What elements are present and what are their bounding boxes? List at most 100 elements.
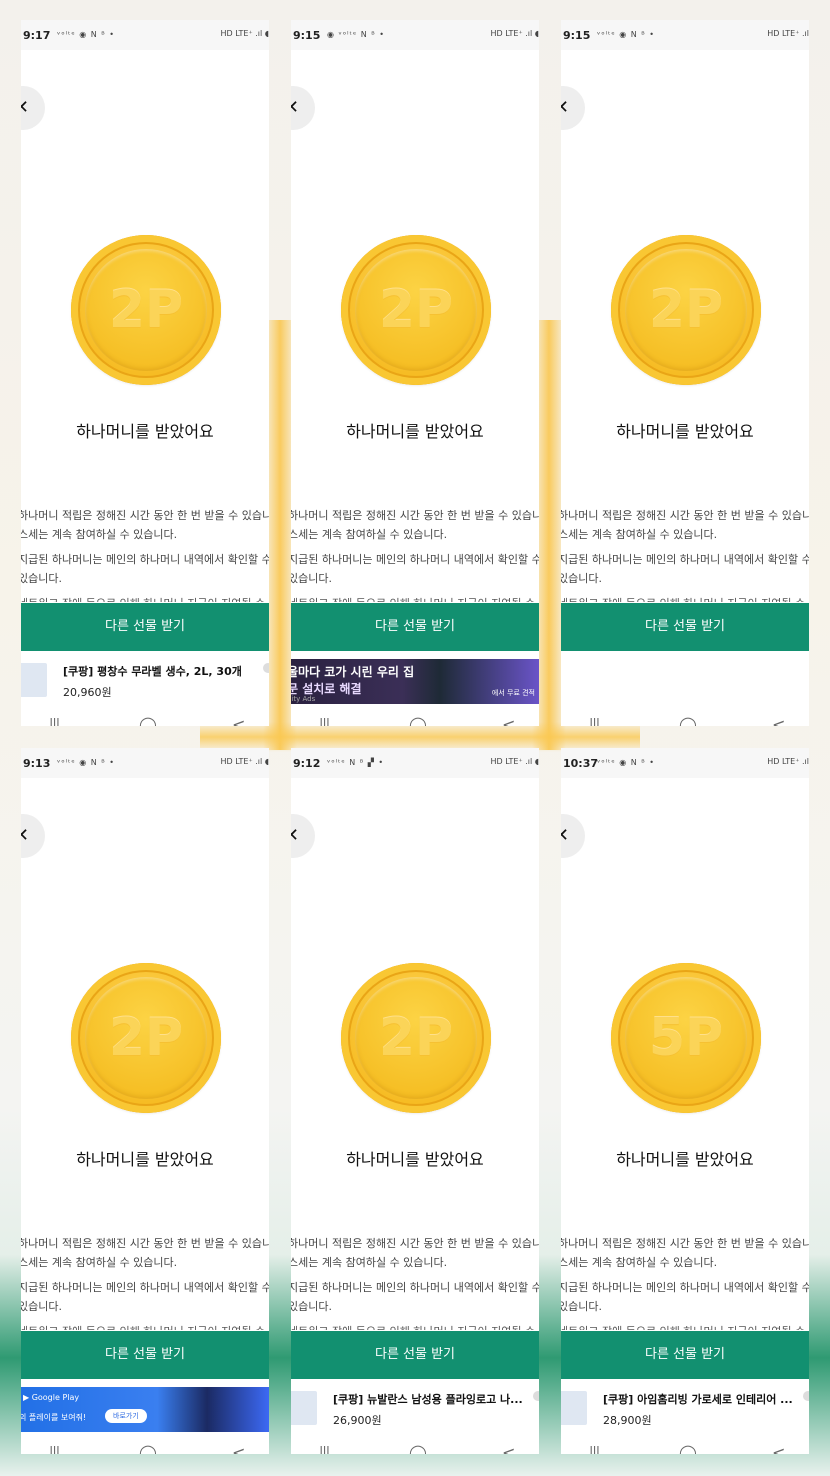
get-other-gift-button[interactable]: 다른 선물 받기: [21, 603, 269, 651]
status-bar: 10:37 ᵛᵒˡᵗᵉ ◉ N ᴮ • HD LTE⁺ .ıl: [561, 748, 809, 778]
recent-apps-icon[interactable]: |||: [319, 717, 330, 726]
phone-screen: 9:15 ᵛᵒˡᵗᵉ ◉ N ᴮ • HD LTE⁺ .ıl ✕ 2P 하나머니를 받았어…: [561, 20, 809, 726]
status-time: 10:37: [563, 757, 599, 770]
notice-line: 있습니다.: [21, 572, 62, 585]
product-name: [쿠팡] 아임홈리빙 가로세로 인테리어 ...: [603, 1393, 793, 1406]
get-other-gift-button[interactable]: 다른 선물 받기: [561, 603, 809, 651]
notice-line: 지급된 하나머니는 메인의 하나머니 내역에서 확인할 수: [561, 1281, 809, 1294]
ad-area[interactable]: [561, 651, 809, 709]
status-notification-icons: ᵛᵒˡᵗᵉ ◉ N ᴮ •: [57, 758, 115, 767]
notice-line: 스세는 계속 참여하실 수 있습니다.: [561, 1256, 718, 1269]
ad-banner[interactable]: ▶ Google Play 의 플레이를 보여줘! 바로가기: [21, 1387, 269, 1432]
status-notification-icons: ᵛᵒˡᵗᵉ N ᴮ ▞ •: [327, 758, 385, 767]
phone-screen: 9:15 ◉ ᵛᵒˡᵗᵉ N ᴮ • HD LTE⁺ .ıl ◖ ✕ 2P 하나머니를 받…: [291, 20, 539, 726]
close-icon[interactable]: ✕: [21, 86, 45, 130]
notice-line: 지급된 하나머니는 메인의 하나머니 내역에서 확인할 수: [291, 553, 539, 566]
home-icon[interactable]: ◯: [139, 1443, 157, 1454]
recent-apps-icon[interactable]: |||: [49, 717, 60, 726]
ad-area[interactable]: [쿠팡] 아임홈리빙 가로세로 인테리어 ... 28,900원: [561, 1379, 809, 1437]
back-icon[interactable]: <: [502, 1443, 515, 1454]
recent-apps-icon[interactable]: |||: [589, 717, 600, 726]
phone-screen: 10:37 ᵛᵒˡᵗᵉ ◉ N ᴮ • HD LTE⁺ .ıl ✕ 5P 하나머니를 받았…: [561, 748, 809, 1454]
notice-line: 네트워크 장애 등으로 인해 하나머니 지급이 지연될 수: [21, 1322, 269, 1330]
recent-apps-icon[interactable]: |||: [319, 1445, 330, 1454]
notice-text: 하나머니 적립은 정해진 시간 동안 한 번 받을 수 있습니 스세는 계속 참여…: [21, 1234, 269, 1330]
ad-area[interactable]: 울마다 코가 시린 우리 집문 설치로 해결nity Ads에서 무료 견적: [291, 651, 539, 709]
ad-area[interactable]: [쿠팡] 평창수 무라벨 생수, 2L, 30개 20,960원: [21, 651, 269, 709]
back-icon[interactable]: <: [772, 1443, 785, 1454]
status-time: 9:15: [563, 29, 591, 42]
system-nav-bar: ||| ◯ <: [21, 709, 269, 726]
system-nav-bar: ||| ◯ <: [561, 709, 809, 726]
get-other-gift-button[interactable]: 다른 선물 받기: [291, 603, 539, 651]
system-nav-bar: ||| ◯ <: [21, 1437, 269, 1454]
home-icon[interactable]: ◯: [679, 1443, 697, 1454]
status-notification-icons: ◉ ᵛᵒˡᵗᵉ N ᴮ •: [327, 30, 385, 39]
ad-area[interactable]: [쿠팡] 뉴발란스 남성용 플라잉로고 나... 26,900원: [291, 1379, 539, 1437]
notice-line: 있습니다.: [21, 1300, 62, 1313]
phone-screen: 9:13 ᵛᵒˡᵗᵉ ◉ N ᴮ • HD LTE⁺ .ıl ◖ ✕ 2P 하나머니를 받…: [21, 748, 269, 1454]
recent-apps-icon[interactable]: |||: [49, 1445, 60, 1454]
notice-line: 스세는 계속 참여하실 수 있습니다.: [21, 1256, 178, 1269]
close-icon[interactable]: ✕: [291, 86, 315, 130]
notice-line: 지급된 하나머니는 메인의 하나머니 내역에서 확인할 수: [561, 553, 809, 566]
home-icon[interactable]: ◯: [409, 1443, 427, 1454]
reward-headline: 하나머니를 받았어요: [76, 1150, 214, 1169]
product-price: 28,900원: [603, 1414, 652, 1427]
close-icon[interactable]: ✕: [291, 814, 315, 858]
phone-screen: 9:12 ᵛᵒˡᵗᵉ N ᴮ ▞ • HD LTE⁺ .ıl ◖ ✕ 2P 하나머니를 받…: [291, 748, 539, 1454]
notice-line: 스세는 계속 참여하실 수 있습니다.: [291, 1256, 448, 1269]
get-other-gift-button[interactable]: 다른 선물 받기: [291, 1331, 539, 1379]
ad-info-icon[interactable]: [263, 663, 269, 673]
close-icon[interactable]: ✕: [21, 814, 45, 858]
coin-icon: 2P: [611, 235, 761, 385]
ad-info-icon[interactable]: [803, 1391, 809, 1401]
back-icon[interactable]: <: [232, 715, 245, 726]
ad-banner[interactable]: 울마다 코가 시린 우리 집문 설치로 해결nity Ads에서 무료 견적: [291, 659, 539, 704]
notice-text: 하나머니 적립은 정해진 시간 동안 한 번 받을 수 있습니스세는 계속 참여…: [561, 1234, 809, 1330]
status-signal-icons: HD LTE⁺ .ıl ◖: [220, 29, 269, 38]
status-time: 9:13: [23, 757, 51, 770]
get-other-gift-button[interactable]: 다른 선물 받기: [561, 1331, 809, 1379]
home-icon[interactable]: ◯: [139, 715, 157, 726]
recent-apps-icon[interactable]: |||: [589, 1445, 600, 1454]
reward-headline: 하나머니를 받았어요: [346, 422, 484, 441]
phone-screen: 9:17 ᵛᵒˡᵗᵉ ◉ N ᴮ • HD LTE⁺ .ıl ◖ ✕ 2P 하나머니를 받…: [21, 20, 269, 726]
reward-headline: 하나머니를 받았어요: [616, 1150, 754, 1169]
notice-text: 하나머니 적립은 정해진 시간 동안 한 번 받을 수 있습니 스세는 계속 참여…: [291, 506, 539, 602]
notice-line: 네트워크 장애 등으로 인해 하나머니 지급이 지연될 수: [561, 1322, 809, 1330]
get-other-gift-button[interactable]: 다른 선물 받기: [21, 1331, 269, 1379]
product-thumbnail: [561, 1391, 587, 1425]
status-notification-icons: ᵛᵒˡᵗᵉ ◉ N ᴮ •: [597, 30, 655, 39]
home-icon[interactable]: ◯: [679, 715, 697, 726]
back-icon[interactable]: <: [232, 1443, 245, 1454]
notice-text: 하나머니 적립은 정해진 시간 동안 한 번 받을 수 있습니 스세는 계속 참여…: [21, 506, 269, 602]
status-bar: 9:15 ◉ ᵛᵒˡᵗᵉ N ᴮ • HD LTE⁺ .ıl ◖: [291, 20, 539, 50]
system-nav-bar: ||| ◯ <: [291, 1437, 539, 1454]
notice-line: 있습니다.: [291, 1300, 332, 1313]
notice-line: 네트워크 장애 등으로 인해 하나머니 지급이 지연될 수: [291, 1322, 539, 1330]
coin-point-label: 2P: [108, 1008, 184, 1068]
ad-info-icon[interactable]: [533, 1391, 539, 1401]
notice-line: 하나머니 적립은 정해진 시간 동안 한 번 받을 수 있습니: [561, 1237, 809, 1250]
ad-banner-cta[interactable]: 바로가기: [105, 1409, 147, 1423]
status-bar: 9:12 ᵛᵒˡᵗᵉ N ᴮ ▞ • HD LTE⁺ .ıl ◖: [291, 748, 539, 778]
back-icon[interactable]: <: [772, 715, 785, 726]
status-bar: 9:13 ᵛᵒˡᵗᵉ ◉ N ᴮ • HD LTE⁺ .ıl ◖: [21, 748, 269, 778]
system-nav-bar: ||| ◯ <: [291, 709, 539, 726]
status-time: 9:12: [293, 757, 321, 770]
notice-line: 스세는 계속 참여하실 수 있습니다.: [561, 528, 718, 541]
product-thumbnail: [21, 663, 47, 697]
close-icon[interactable]: ✕: [561, 86, 585, 130]
notice-line: 네트워크 장애 등으로 인해 하나머니 지급이 지연될 수: [561, 594, 809, 602]
close-icon[interactable]: ✕: [561, 814, 585, 858]
coin-point-label: 2P: [378, 280, 454, 340]
status-time: 9:15: [293, 29, 321, 42]
status-signal-icons: HD LTE⁺ .ıl ◖: [490, 29, 539, 38]
notice-line: 네트워크 장애 등으로 인해 하나머니 지급이 지연될 수: [291, 594, 539, 602]
status-notification-icons: ᵛᵒˡᵗᵉ ◉ N ᴮ •: [57, 30, 115, 39]
home-icon[interactable]: ◯: [409, 715, 427, 726]
back-icon[interactable]: <: [502, 715, 515, 726]
ad-area[interactable]: ▶ Google Play 의 플레이를 보여줘! 바로가기: [21, 1379, 269, 1437]
coin-point-label: 2P: [108, 280, 184, 340]
